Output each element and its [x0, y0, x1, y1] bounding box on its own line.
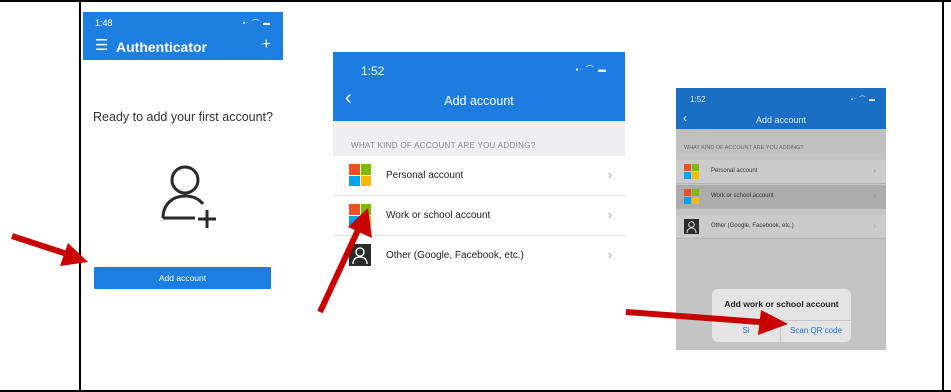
option-label: Work or school account — [386, 210, 491, 221]
microsoft-logo-icon — [684, 189, 699, 204]
option-work-school-account[interactable]: Work or school account › — [676, 185, 886, 209]
microsoft-logo-icon — [349, 164, 371, 186]
frame-border-left — [79, 0, 81, 392]
app-header: 1:48 ▪ᐧ ⌒ ▬ ☰ Authenticator + — [83, 12, 283, 60]
chevron-right-icon: › — [873, 221, 876, 230]
empty-state-message: Ready to add your first account? — [93, 110, 273, 124]
add-account-button[interactable]: Add account — [94, 267, 271, 289]
option-label: Other (Google, Facebook, etc.) — [711, 223, 794, 229]
status-time: 1:52 — [361, 64, 385, 78]
microsoft-logo-icon — [349, 204, 371, 226]
section-header-label: WHAT KIND OF ACCOUNT ARE YOU ADDING? — [684, 145, 804, 151]
sign-in-button[interactable]: Si — [712, 326, 780, 335]
status-time: 1:52 — [690, 95, 706, 104]
chevron-right-icon: › — [873, 166, 876, 175]
option-personal-account[interactable]: Personal account › — [333, 156, 625, 196]
option-other-account[interactable]: Other (Google, Facebook, etc.) › — [676, 215, 886, 239]
status-icons: ▪ᐧ ⌒ ▬ — [851, 97, 876, 103]
add-icon[interactable]: + — [262, 36, 271, 54]
option-work-school-account[interactable]: Work or school account › — [333, 196, 625, 236]
section-header-label: WHAT KIND OF ACCOUNT ARE YOU ADDING? — [351, 141, 536, 150]
option-other-account[interactable]: Other (Google, Facebook, etc.) › — [333, 236, 625, 270]
add-work-account-dialog: Add work or school account Si Scan QR co… — [712, 289, 851, 342]
app-header: 1:52 ▪ᐧ ⌒ ▬ ‹ Add account — [333, 52, 625, 121]
page-title: Add account — [444, 94, 514, 108]
dialog-divider — [712, 320, 851, 321]
chevron-right-icon: › — [607, 167, 612, 182]
option-label: Work or school account — [711, 193, 774, 199]
dialog-title: Add work or school account — [724, 299, 839, 309]
app-header: 1:52 ▪ᐧ ⌒ ▬ ‹ Add account — [676, 88, 886, 129]
authenticator-home-screen: 1:48 ▪ᐧ ⌒ ▬ ☰ Authenticator + Ready to a… — [83, 12, 283, 298]
add-work-account-dialog-screen: 1:52 ▪ᐧ ⌒ ▬ ‹ Add account WHAT KIND OF A… — [676, 88, 886, 350]
status-icons: ▪ᐧ ⌒ ▬ — [575, 65, 607, 74]
person-icon — [684, 219, 699, 234]
add-account-screen: 1:52 ▪ᐧ ⌒ ▬ ‹ Add account WHAT KIND OF A… — [333, 52, 625, 270]
status-time: 1:48 — [95, 18, 113, 28]
option-personal-account[interactable]: Personal account › — [676, 160, 886, 184]
chevron-right-icon: › — [607, 207, 612, 222]
section-header: WHAT KIND OF ACCOUNT ARE YOU ADDING? — [333, 121, 625, 156]
person-icon — [349, 244, 371, 266]
option-label: Other (Google, Facebook, etc.) — [386, 250, 524, 261]
arrow-to-add-account — [11, 233, 88, 266]
page-title: Add account — [755, 115, 807, 125]
microsoft-logo-icon — [684, 164, 699, 179]
scan-qr-code-button[interactable]: Scan QR code — [781, 326, 851, 335]
chevron-right-icon: › — [873, 191, 876, 200]
option-label: Personal account — [711, 168, 758, 174]
section-header: WHAT KIND OF ACCOUNT ARE YOU ADDING? — [676, 129, 886, 153]
chevron-right-icon: › — [607, 247, 612, 262]
option-label: Personal account — [386, 170, 464, 181]
person-add-icon — [161, 165, 216, 228]
hamburger-icon[interactable]: ☰ — [95, 38, 108, 53]
frame-border-right — [942, 0, 944, 392]
status-icons: ▪ᐧ ⌒ ▬ — [242, 20, 271, 27]
frame-border-top — [0, 0, 951, 2]
app-title: Authenticator — [116, 39, 207, 55]
